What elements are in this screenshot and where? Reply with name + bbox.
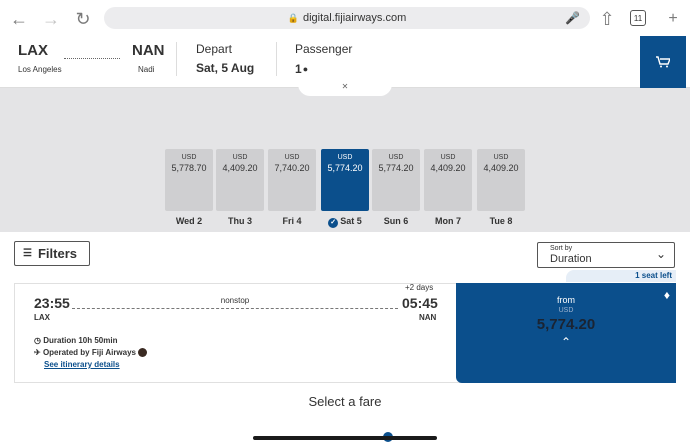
fare-currency: USD — [558, 307, 574, 314]
browser-toolbar: ← → ↻ 🔒 digital.fijiairways.com 🎤 ⇧ 11 + — [0, 0, 690, 36]
operator-text: Operated by Fiji Airways — [42, 348, 137, 357]
check-icon: ✓ — [328, 218, 339, 228]
passenger-number: 1 — [295, 62, 302, 76]
filters-button[interactable]: ☰ Filters — [14, 241, 90, 266]
date-label: Thu 3 — [228, 216, 252, 226]
sort-dropdown[interactable]: Sort by Duration ⌄ — [537, 242, 675, 268]
flight-path-line — [72, 308, 398, 309]
operator-row: ✈ Operated by Fiji Airways — [34, 348, 148, 358]
reload-icon[interactable]: ↻ — [72, 8, 94, 30]
url-text: digital.fijiairways.com — [302, 12, 407, 24]
clock-icon: ◷ — [34, 336, 41, 345]
sliders-icon: ☰ — [23, 248, 32, 259]
airline-logo-icon — [138, 348, 148, 358]
collapse-handle[interactable]: ✕ — [298, 82, 392, 96]
date-card-price: 4,409.20 — [483, 163, 519, 173]
date-card-price: 4,409.20 — [430, 163, 466, 173]
date-card-price: 5,774.20 — [327, 163, 363, 173]
fare-panel[interactable]: ♦ from USD 5,774.20 ⌃ — [456, 283, 676, 383]
divider — [276, 42, 277, 76]
depart-date[interactable]: Sat, 5 Aug — [196, 61, 254, 75]
departure-code: LAX — [34, 313, 50, 322]
date-label: Mon 7 — [435, 216, 461, 226]
date-card-price: 7,740.20 — [274, 163, 310, 173]
chevron-down-icon: ⌄ — [655, 247, 666, 261]
cart-button[interactable] — [640, 36, 686, 88]
back-icon[interactable]: ← — [8, 8, 30, 30]
date-card-wed-2[interactable]: USD 5,778.70 — [165, 149, 213, 211]
date-label: Wed 2 — [175, 216, 203, 226]
date-card-sun-6[interactable]: USD 5,774.20 — [372, 149, 420, 211]
departure-time: 23:55 — [34, 295, 70, 311]
date-card-price: 5,774.20 — [378, 163, 414, 173]
date-card-thu-3[interactable]: USD 4,409.20 — [216, 149, 264, 211]
passenger-label: Passenger — [295, 42, 353, 56]
new-tab-icon[interactable]: + — [662, 8, 684, 30]
date-card-tue-8[interactable]: USD 4,409.20 — [477, 149, 525, 211]
origin-code: LAX — [18, 42, 48, 59]
duration-text: Duration 10h 50min — [43, 336, 118, 345]
itinerary-details-link[interactable]: See itinerary details — [44, 360, 120, 369]
duration-row: ◷ Duration 10h 50min — [34, 336, 117, 345]
date-label: Tue 8 — [489, 216, 513, 226]
fare-amount: 5,774.20 — [536, 316, 596, 333]
passenger-count[interactable]: 1 ● — [295, 62, 308, 76]
address-bar[interactable]: 🔒 digital.fijiairways.com 🎤 — [104, 7, 590, 29]
date-label-text: Sat 5 — [340, 216, 362, 226]
date-card-currency: USD — [181, 154, 197, 161]
chevron-up-icon[interactable]: ⌃ — [456, 335, 676, 349]
date-card-mon-7[interactable]: USD 4,409.20 — [424, 149, 472, 211]
lock-icon: 🔒 — [287, 12, 299, 23]
date-card-currency: USD — [440, 154, 456, 161]
plane-icon: ✈ — [34, 348, 41, 357]
forward-icon[interactable]: → — [40, 8, 62, 30]
arrival-time: 05:45 — [402, 295, 438, 311]
day-offset: +2 days — [405, 283, 434, 292]
date-card-currency: USD — [388, 154, 404, 161]
divider — [176, 42, 177, 76]
date-card-currency: USD — [337, 154, 353, 161]
depart-label: Depart — [196, 42, 233, 56]
date-label-selected: ✓ Sat 5 — [321, 216, 369, 228]
sort-label: Sort by — [550, 245, 573, 252]
cart-icon — [656, 56, 670, 68]
date-card-currency: USD — [284, 154, 300, 161]
date-label: Sun 6 — [383, 216, 409, 226]
sort-value: Duration — [550, 253, 592, 265]
share-icon[interactable]: ⇧ — [596, 8, 618, 30]
seats-left-badge: 1 seat left — [566, 270, 676, 282]
stops-text: nonstop — [220, 296, 250, 305]
date-card-sat-5[interactable]: USD 5,774.20 — [321, 149, 369, 211]
person-icon: ● — [302, 64, 309, 74]
microphone-icon[interactable]: 🎤 — [565, 11, 580, 25]
fare-from-label: from — [557, 295, 575, 305]
date-card-currency: USD — [232, 154, 248, 161]
home-indicator[interactable] — [253, 436, 437, 440]
route-line — [64, 58, 120, 59]
date-label: Fri 4 — [282, 216, 302, 226]
destination-city: Nadi — [138, 65, 155, 74]
filters-label: Filters — [37, 246, 77, 261]
select-fare-heading: Select a fare — [308, 394, 382, 409]
date-card-price: 4,409.20 — [222, 163, 258, 173]
tabs-button[interactable]: 11 — [630, 10, 646, 26]
arrival-code: NAN — [419, 313, 437, 322]
origin-city: Los Angeles — [18, 65, 62, 74]
date-card-currency: USD — [493, 154, 509, 161]
date-card-fri-4[interactable]: USD 7,740.20 — [268, 149, 316, 211]
date-card-price: 5,778.70 — [171, 163, 207, 173]
destination-code: NAN — [132, 42, 165, 59]
